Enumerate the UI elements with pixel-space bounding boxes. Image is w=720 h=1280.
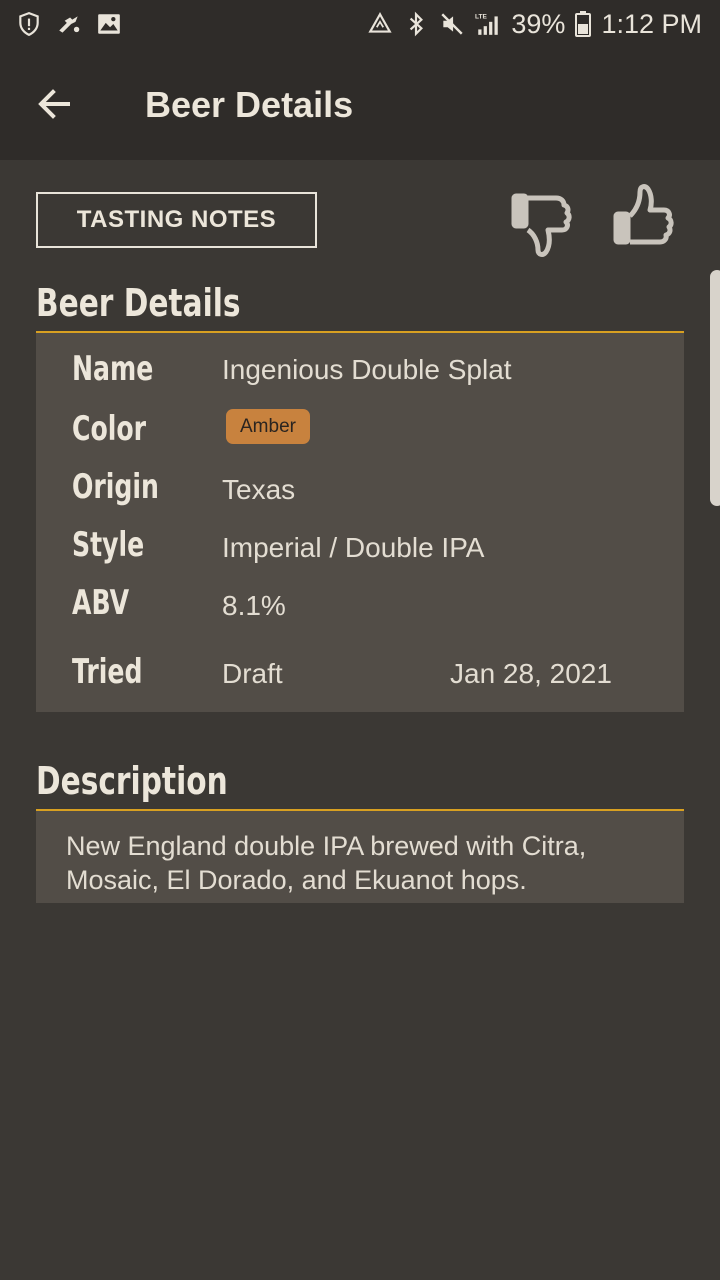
origin-value: Texas xyxy=(222,474,296,505)
abv-label: ABV xyxy=(72,583,130,623)
thumbs-up-icon xyxy=(613,184,674,245)
name-value: Ingenious Double Splat xyxy=(222,354,512,385)
lte-signal-icon: LTE xyxy=(475,14,499,35)
scrollbar[interactable] xyxy=(710,270,720,506)
details-panel: Name Ingenious Double Splat Color Amber … xyxy=(36,333,684,712)
app-bar: Beer Details xyxy=(0,48,720,160)
name-label: Name xyxy=(72,349,154,389)
description-text: New England double IPA brewed with Citra… xyxy=(66,831,587,895)
status-right-icons: LTE 39% 1:12 PM xyxy=(367,9,702,40)
color-badge: Amber xyxy=(226,409,310,444)
image-icon xyxy=(98,14,120,34)
battery-percent: 39% xyxy=(511,8,566,39)
tried-label: Tried xyxy=(72,652,143,692)
abv-value: 8.1% xyxy=(222,590,286,621)
untappd-icon xyxy=(59,16,80,33)
status-left-icons xyxy=(16,11,122,37)
tasting-notes-button[interactable]: TASTING NOTES xyxy=(36,192,317,248)
mute-icon xyxy=(441,13,463,35)
color-label: Color xyxy=(72,409,147,449)
style-value: Imperial / Double IPA xyxy=(222,532,485,563)
status-bar: LTE 39% 1:12 PM xyxy=(0,0,720,48)
arrow-left-icon xyxy=(38,89,70,119)
description-panel: New England double IPA brewed with Citra… xyxy=(36,811,684,903)
shield-alert-icon xyxy=(19,12,39,37)
battery-icon xyxy=(575,11,592,37)
details-heading: Beer Details xyxy=(36,281,241,325)
back-button[interactable] xyxy=(34,84,74,124)
page-title: Beer Details xyxy=(145,84,354,125)
origin-label: Origin xyxy=(72,467,159,507)
style-label: Style xyxy=(72,525,145,565)
thumbs-up-button[interactable] xyxy=(612,180,676,256)
description-heading: Description xyxy=(36,759,228,803)
svg-text:LTE: LTE xyxy=(475,14,487,21)
nfc-icon xyxy=(368,12,392,33)
thumbs-down-button[interactable] xyxy=(510,184,574,260)
tried-date: Jan 28, 2021 xyxy=(450,658,612,689)
thumbs-down-icon xyxy=(511,193,572,257)
bluetooth-icon xyxy=(410,11,424,37)
tried-value: Draft xyxy=(222,658,283,689)
clock: 1:12 PM xyxy=(601,8,702,39)
